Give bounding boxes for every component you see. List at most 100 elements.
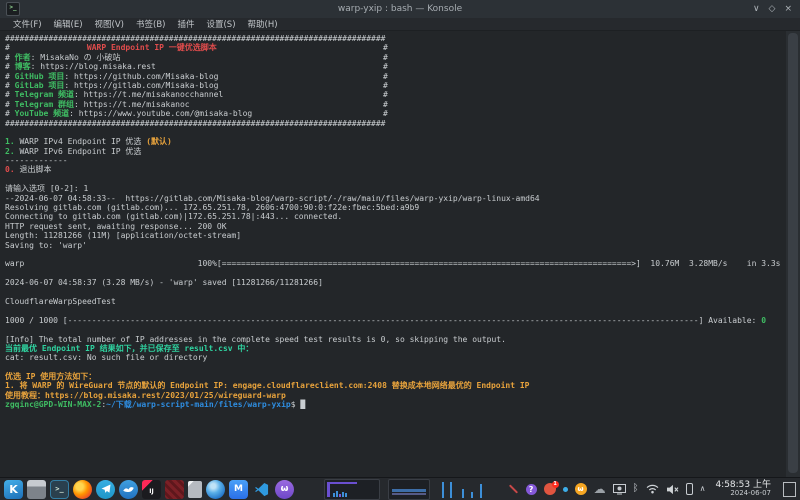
terminal-line — [5, 250, 786, 259]
system-tray: ? 1 ω ☁ ᛒ ∧ 4:58:53 上午 2024-06-07 — [508, 481, 771, 498]
terminal-line — [5, 363, 786, 372]
window-thumbnails — [324, 479, 490, 500]
terminal-line: 1. WARP IPv4 Endpoint IP 优选 (默认) — [5, 137, 786, 146]
terminal-line: # WARP Endpoint IP 一键优选脚本# — [5, 43, 786, 52]
notification-app-icon[interactable]: 1 — [544, 483, 556, 495]
terminal-line: # GitLab 项目: https://gitlab.com/Misaka-b… — [5, 81, 786, 90]
terminal-line: 2024-06-07 04:58:37 (3.28 MB/s) - 'warp'… — [5, 278, 786, 287]
kdeconnect-phone-icon[interactable] — [686, 483, 693, 495]
taskbar: K >_ IJ M ω ? 1 ω ☁ ᛒ ∧ — [0, 477, 800, 500]
menu-item-2[interactable]: 视图(V) — [95, 18, 124, 30]
terminal-line: --2024-06-07 04:58:33-- https://gitlab.c… — [5, 194, 786, 203]
file-manager-icon[interactable] — [27, 480, 46, 499]
clash-verge-icon[interactable]: ω — [275, 480, 294, 499]
terminal-line: warp 100%[==============================… — [5, 259, 786, 268]
terminal-line: # 博客: https://blog.misaka.rest# — [5, 62, 786, 71]
window-thumbnail[interactable] — [438, 480, 490, 499]
terminal-line: ########################################… — [5, 119, 786, 128]
scrollbar-thumb[interactable] — [788, 33, 798, 473]
clock[interactable]: 4:58:53 上午 2024-06-07 — [715, 481, 771, 498]
firefox-icon[interactable] — [73, 480, 92, 499]
blue-sphere-app-icon[interactable] — [206, 480, 225, 499]
terminal-line: Length: 11281266 (11M) [application/octe… — [5, 231, 786, 240]
motrix-glyph: M — [234, 484, 243, 494]
terminal-line: ########################################… — [5, 34, 786, 43]
cloud-icon[interactable]: ☁ — [594, 483, 606, 495]
window-thumbnail[interactable] — [388, 479, 430, 500]
terminal-line — [5, 269, 786, 278]
box-border-hash: # — [383, 53, 388, 62]
bluetooth-icon[interactable]: ᛒ — [633, 484, 639, 494]
expand-tray-caret-icon[interactable]: ∧ — [700, 485, 706, 493]
question-glyph: ? — [529, 485, 534, 494]
terminal-output[interactable]: ########################################… — [0, 31, 786, 477]
cat-face-glyph: ω — [281, 484, 289, 494]
box-border-hash: # — [383, 81, 388, 90]
box-border-hash: # — [383, 43, 388, 52]
vscode-icon[interactable] — [252, 480, 271, 499]
terminal-line: zgqinc@GPD-WIN-MAX-2:~/下载/warp-script-ma… — [5, 400, 786, 409]
volume-muted-icon[interactable] — [666, 484, 679, 495]
status-dot-icon — [563, 487, 568, 492]
pen-icon[interactable] — [508, 484, 517, 493]
terminal-line: # Telegram 频道: https://t.me/misakanoccha… — [5, 90, 786, 99]
vscode-glyph-icon — [254, 482, 269, 497]
paper-plane-icon — [100, 483, 112, 495]
title-bar: >_ warp-yxip : bash — Konsole ∨ ◇ × — [0, 0, 800, 19]
box-border-hash: # — [383, 90, 388, 99]
maximize-button[interactable]: ◇ — [769, 4, 776, 14]
screen-cast-icon[interactable] — [613, 484, 626, 495]
telegram-icon[interactable] — [96, 480, 115, 499]
terminal-line: # 作者: MisakaNo の 小破站# — [5, 53, 786, 62]
terminal-line: 使用教程：https://blog.misaka.rest/2023/01/25… — [5, 391, 786, 400]
menu-bar: 文件(F) 编辑(E) 视图(V) 书签(B) 插件设置(S) 帮助(H) — [0, 18, 800, 31]
window-thumbnail[interactable] — [324, 479, 380, 500]
intellij-idea-icon[interactable]: IJ — [142, 480, 161, 499]
terminal-line — [5, 128, 786, 137]
menu-item-5[interactable]: 设置(S) — [206, 18, 235, 30]
menu-item-0[interactable]: 文件(F) — [13, 18, 42, 30]
terminal-line: # YouTube 频道: https://www.youtube.com/@m… — [5, 109, 786, 118]
menu-item-6[interactable]: 帮助(H) — [248, 18, 278, 30]
app-launcher-icon[interactable]: K — [4, 480, 23, 499]
red-app-icon[interactable] — [165, 480, 184, 499]
document-app-icon[interactable] — [188, 481, 202, 498]
cat-tray-icon[interactable]: ω — [575, 483, 587, 495]
motrix-icon[interactable]: M — [229, 480, 248, 499]
show-desktop-button[interactable] — [783, 482, 796, 497]
terminal-line: 1. 将 WARP 的 WireGuard 节点的默认的 Endpoint IP… — [5, 381, 786, 390]
terminal-line: 请输入选项 [0-2]: 1 — [5, 184, 786, 193]
close-button[interactable]: × — [784, 4, 792, 14]
terminal-line: # GitHub 项目: https://github.com/Misaka-b… — [5, 72, 786, 81]
terminal-line: [Info] The total number of IP addresses … — [5, 335, 786, 344]
thumbnail-graph — [389, 480, 429, 499]
help-icon[interactable]: ? — [526, 484, 537, 495]
terminal-scrollbar[interactable] — [786, 31, 800, 477]
konsole-window-icon: >_ — [6, 2, 20, 16]
menu-item-4[interactable]: 插件 — [177, 18, 194, 30]
box-border-hash: # — [383, 72, 388, 81]
terminal-line: 1000 / 1000 [---------------------------… — [5, 316, 786, 325]
terminal-line: Connecting to gitlab.com (gitlab.com)|17… — [5, 212, 786, 221]
terminal-line — [5, 175, 786, 184]
terminal-line: 0. 退出脚本 — [5, 165, 786, 174]
wifi-icon[interactable] — [646, 484, 659, 494]
terminal-line: cat: result.csv: No such file or directo… — [5, 353, 786, 362]
minimize-button[interactable]: ∨ — [753, 4, 760, 14]
terminal-line: Resolving gitlab.com (gitlab.com)... 172… — [5, 203, 786, 212]
cat-glyph: ω — [578, 485, 584, 493]
bird-app-icon[interactable] — [119, 480, 138, 499]
terminal-line: # Telegram 群组: https://t.me/misakanoc# — [5, 100, 786, 109]
konsole-glyph: >_ — [55, 485, 63, 493]
box-border-hash: # — [383, 62, 388, 71]
notification-badge: 1 — [552, 481, 559, 488]
terminal-line: 当前最优 Endpoint IP 结果如下，并已保存至 result.csv 中… — [5, 344, 786, 353]
menu-item-3[interactable]: 书签(B) — [136, 18, 165, 30]
box-border-hash: # — [383, 109, 388, 118]
menu-item-1[interactable]: 编辑(E) — [54, 18, 83, 30]
thumbnail-graph — [325, 480, 379, 499]
terminal-line — [5, 288, 786, 297]
terminal-line: Saving to: 'warp' — [5, 241, 786, 250]
konsole-taskbar-icon[interactable]: >_ — [50, 480, 69, 499]
idea-glyph: IJ — [149, 488, 153, 495]
